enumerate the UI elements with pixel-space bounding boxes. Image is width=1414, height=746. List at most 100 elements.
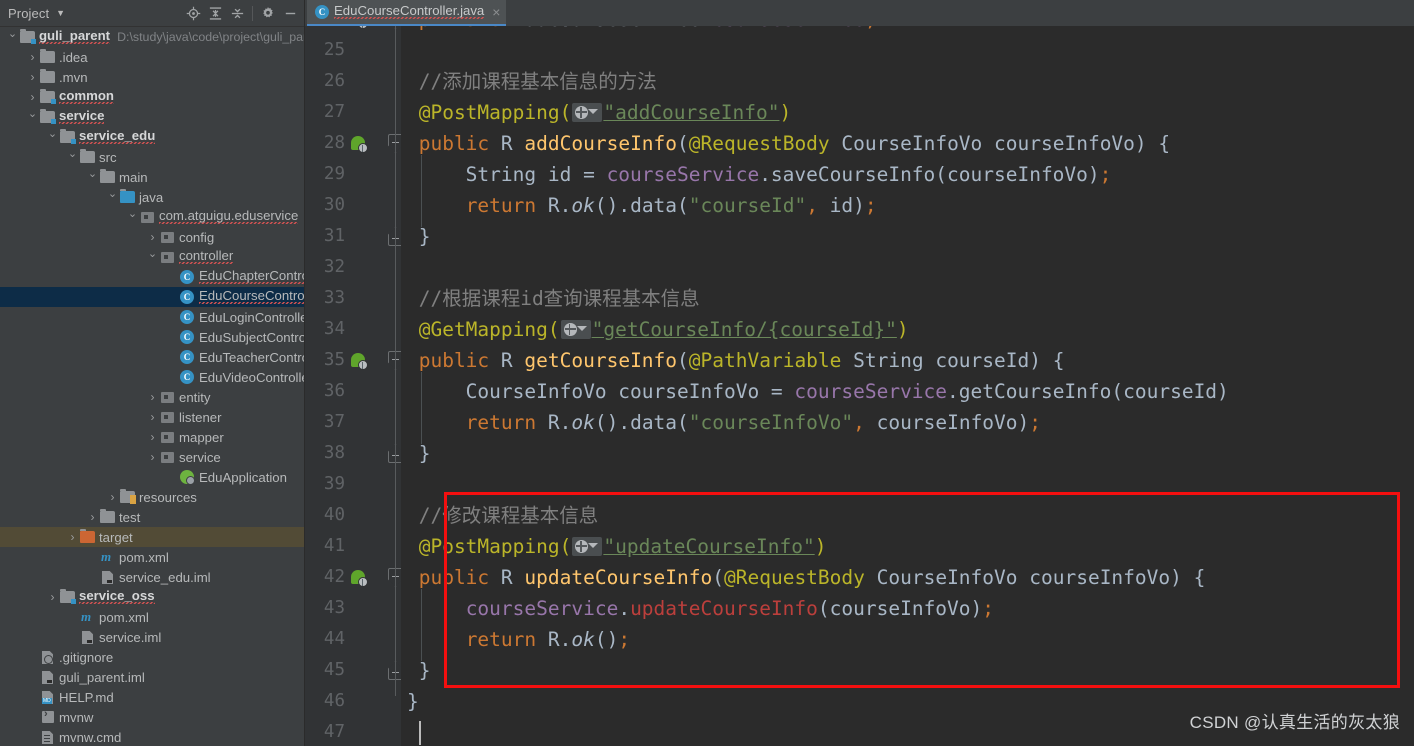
code-line-40[interactable]: //修改课程基本信息 [419, 500, 598, 531]
code-line-46[interactable]: } [407, 686, 419, 717]
gutter-line-37[interactable]: 37 [305, 407, 401, 438]
tree-item-target[interactable]: › target [0, 527, 304, 547]
tree-item-config[interactable]: › config [0, 227, 304, 247]
code-text-surface[interactable]: private EduCourseService courseService; /… [401, 26, 1414, 746]
gutter-line-42[interactable]: 42 [305, 562, 401, 593]
code-line-34[interactable]: @GetMapping("getCourseInfo/{courseId}") [419, 314, 909, 345]
tree-item-service-edu-iml[interactable]: service_edu.iml [0, 567, 304, 587]
run-gutter-icon[interactable] [351, 26, 368, 29]
collapse-all-icon[interactable] [226, 2, 248, 24]
chevron-right-icon[interactable]: › [146, 391, 159, 403]
tree-item-test[interactable]: › test [0, 507, 304, 527]
gutter-line-25[interactable]: 25 [305, 35, 401, 66]
tree-item-java[interactable]: ⌄ java [0, 187, 304, 207]
chevron-down-icon[interactable]: ⌄ [46, 128, 59, 140]
project-file-tree[interactable]: ⌄ guli_parent D:\study\java\code\project\g… [0, 27, 304, 746]
tree-item-mvnw[interactable]: mvnw [0, 707, 304, 727]
chevron-right-icon[interactable]: › [26, 51, 39, 63]
code-line-30[interactable]: return R.ok().data("courseId", id); [419, 190, 877, 221]
project-panel-title[interactable]: Project [2, 6, 49, 21]
code-line-44[interactable]: return R.ok(); [419, 624, 630, 655]
tree-item-edulogincontroller[interactable]: C EduLoginController [0, 307, 304, 327]
run-gutter-icon[interactable] [351, 353, 368, 370]
code-line-35[interactable]: public R getCourseInfo(@PathVariable Str… [419, 345, 1065, 376]
chevron-down-icon[interactable]: ⌄ [66, 148, 79, 160]
tree-item-help-md[interactable]: HELP.md [0, 687, 304, 707]
editor-gutter[interactable]: 24 25 26 27 28 29 30 31 32 33 34 35 36 37 38 39 40 41 42 43… [305, 26, 403, 746]
tree-item-src[interactable]: ⌄ src [0, 147, 304, 167]
tree-item-service-oss[interactable]: › service_oss [0, 587, 304, 607]
web-reference-icon[interactable] [572, 537, 603, 556]
chevron-down-icon[interactable]: ▼ [56, 8, 65, 18]
tree-item-main[interactable]: ⌄ main [0, 167, 304, 187]
chevron-right-icon[interactable]: › [146, 431, 159, 443]
tree-item-service-edu[interactable]: ⌄ service_edu [0, 127, 304, 147]
editor-tab-educoursecontroller[interactable]: C EduCourseController.java × [307, 0, 507, 26]
tree-item-mvnw-cmd[interactable]: mvnw.cmd [0, 727, 304, 746]
code-line-42[interactable]: public R updateCourseInfo(@RequestBody C… [419, 562, 1206, 593]
gutter-line-27[interactable]: 27 [305, 97, 401, 128]
code-line-33[interactable]: //根据课程id查询课程基本信息 [419, 283, 700, 314]
chevron-down-icon[interactable]: ⌄ [86, 168, 99, 180]
chevron-down-icon[interactable]: ⌄ [26, 108, 39, 120]
chevron-down-icon[interactable]: ⌄ [106, 188, 119, 200]
gutter-line-46[interactable]: 46 [305, 686, 401, 717]
gutter-line-45[interactable]: 45 [305, 655, 401, 686]
code-line-24[interactable]: private EduCourseService courseService; [419, 26, 877, 35]
tree-item-resources[interactable]: › resources [0, 487, 304, 507]
tree-item-service[interactable]: › service [0, 447, 304, 467]
tree-item-common[interactable]: › common [0, 87, 304, 107]
hide-panel-icon[interactable] [279, 2, 301, 24]
tree-item-pom-xml[interactable]: m pom.xml [0, 547, 304, 567]
expand-all-icon[interactable] [204, 2, 226, 24]
chevron-right-icon[interactable]: › [66, 531, 79, 543]
code-line-36[interactable]: CourseInfoVo courseInfoVo = courseServic… [419, 376, 1229, 407]
gutter-line-29[interactable]: 29 [305, 159, 401, 190]
tree-item-listener[interactable]: › listener [0, 407, 304, 427]
chevron-right-icon[interactable]: › [146, 451, 159, 463]
chevron-down-icon[interactable]: ⌄ [126, 208, 139, 220]
web-reference-icon[interactable] [572, 103, 603, 122]
gutter-line-35[interactable]: 35 [305, 345, 401, 376]
tree-item-eduteachercontroller[interactable]: CEduTeacherController [0, 347, 304, 367]
gutter-line-32[interactable]: 32 [305, 252, 401, 283]
run-gutter-icon[interactable] [351, 136, 368, 153]
chevron-right-icon[interactable]: › [26, 91, 39, 103]
chevron-right-icon[interactable]: › [86, 511, 99, 523]
gutter-line-34[interactable]: 34 [305, 314, 401, 345]
code-line-43[interactable]: courseService.updateCourseInfo(courseInf… [419, 593, 994, 624]
chevron-down-icon[interactable]: ⌄ [146, 248, 159, 260]
gutter-line-36[interactable]: 36 [305, 376, 401, 407]
gutter-line-38[interactable]: 38 [305, 438, 401, 469]
tree-item-com-atguigu-eduservice[interactable]: ⌄ com.atguigu.eduservice [0, 207, 304, 227]
tree-item-controller[interactable]: ⌄ controller [0, 247, 304, 267]
tree-item-eduvideocontroller[interactable]: C EduVideoController [0, 367, 304, 387]
close-icon[interactable]: × [492, 5, 500, 19]
settings-gear-icon[interactable] [257, 2, 279, 24]
gutter-line-44[interactable]: 44 [305, 624, 401, 655]
tree-item-edusubjectcontroller[interactable]: CEduSubjectController [0, 327, 304, 347]
tree-item-eduapplication[interactable]: EduApplication [0, 467, 304, 487]
code-line-27[interactable]: @PostMapping("addCourseInfo") [419, 97, 792, 128]
gutter-line-47[interactable]: 47 [305, 717, 401, 746]
gutter-line-40[interactable]: 40 [305, 500, 401, 531]
gutter-line-39[interactable]: 39 [305, 469, 401, 500]
gutter-line-33[interactable]: 33 [305, 283, 401, 314]
code-line-26[interactable]: //添加课程基本信息的方法 [419, 66, 657, 97]
code-line-37[interactable]: return R.ok().data("courseInfoVo", cours… [419, 407, 1041, 438]
tree-item-educoursecontroller[interactable]: CEduCourseController [0, 287, 304, 307]
chevron-right-icon[interactable]: › [146, 231, 159, 243]
gutter-line-30[interactable]: 30 [305, 190, 401, 221]
code-viewport[interactable]: 24 25 26 27 28 29 30 31 32 33 34 35 36 37 38 39 40 41 42 43… [305, 26, 1414, 746]
run-gutter-icon[interactable] [351, 570, 368, 587]
tree-item-mvn[interactable]: › .mvn [0, 67, 304, 87]
tree-item-guli-parent[interactable]: ⌄ guli_parent D:\study\java\code\project\g… [0, 27, 304, 47]
chevron-right-icon[interactable]: › [26, 71, 39, 83]
gutter-line-43[interactable]: 43 [305, 593, 401, 624]
tree-item-entity[interactable]: › entity [0, 387, 304, 407]
chevron-right-icon[interactable]: › [46, 591, 59, 603]
chevron-right-icon[interactable]: › [146, 411, 159, 423]
tree-item-service-iml[interactable]: service.iml [0, 627, 304, 647]
gutter-line-28[interactable]: 28 [305, 128, 401, 159]
tree-item-pom-xml[interactable]: m pom.xml [0, 607, 304, 627]
